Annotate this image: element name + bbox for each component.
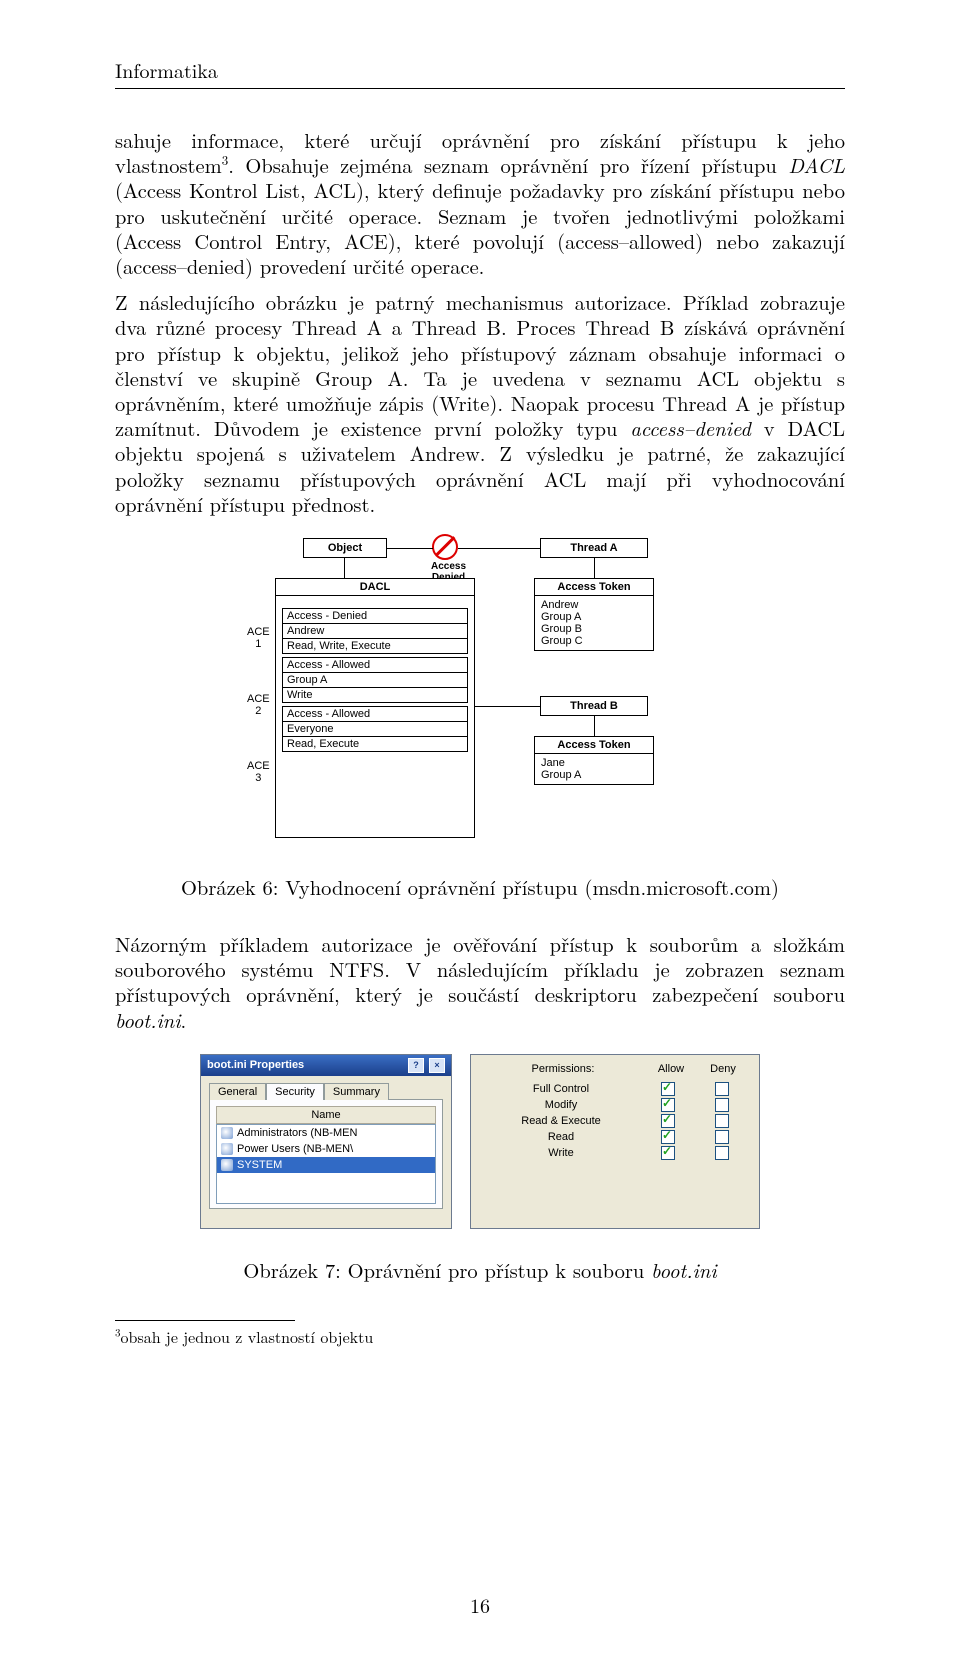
footnote-3: 3obsah je jednou z vlastností objektu [115,1325,845,1348]
window-titlebar: boot.ini Properties ? × [201,1055,451,1076]
deny-header: Deny [697,1063,749,1075]
permission-label: Write [481,1147,641,1159]
allow-checkbox[interactable] [661,1098,675,1112]
permission-row: Full Control [481,1081,749,1097]
page-number: 16 [0,1590,960,1619]
user-list[interactable]: Administrators (NB-MEN Power Users (NB-M… [216,1124,436,1204]
figure-7: boot.ini Properties ? × General Security… [115,1054,845,1284]
header-rule [115,88,845,89]
tab-security[interactable]: Security [266,1083,324,1100]
permission-label: Full Control [481,1083,641,1095]
deny-checkbox[interactable] [715,1130,729,1144]
allow-checkbox[interactable] [661,1146,675,1160]
paragraph-3: Názorným příkladem autorizace je ověřová… [115,931,845,1032]
close-button[interactable]: × [429,1058,445,1073]
list-item[interactable]: Administrators (NB-MEN [217,1125,435,1141]
paragraph-3-block: Názorným příkladem autorizace je ověřová… [115,931,845,1032]
thread-a-box: Thread A [540,538,648,558]
allow-checkbox[interactable] [661,1130,675,1144]
dacl-box: DACL Access - Denied Andrew Read, Write,… [275,578,475,838]
figure-6-caption: Obrázek 6: Vyhodnocení oprávnění přístup… [115,872,845,901]
diagram-acl: Object Access Denied Thread A DACL Acces… [245,538,715,848]
permission-row: Read [481,1129,749,1145]
deny-checkbox[interactable] [715,1098,729,1112]
token-a-box: Access Token Andrew Group A Group B Grou… [534,578,654,651]
deny-checkbox[interactable] [715,1146,729,1160]
tab-body: Name Administrators (NB-MEN Power Users … [209,1099,443,1209]
list-item-selected[interactable]: SYSTEM [217,1157,435,1173]
permission-row: Read & Execute [481,1113,749,1129]
token-b-box: Access Token Jane Group A [534,736,654,785]
paragraph-2: Z následujícího obrázku je patrný mechan… [115,289,845,516]
permission-label: Read [481,1131,641,1143]
permission-label: Modify [481,1099,641,1111]
list-item[interactable]: Power Users (NB-MEN\ [217,1141,435,1157]
running-head: Informatika [115,55,845,84]
body-text: sahuje informace, které určují oprávnění… [115,127,845,516]
permissions-header: Permissions: Allow Deny [481,1063,749,1075]
allow-checkbox[interactable] [661,1114,675,1128]
name-column-header[interactable]: Name [216,1106,436,1124]
allow-header: Allow [645,1063,697,1075]
ace1-label: ACE 1 [247,626,270,650]
window-title: boot.ini Properties [207,1059,304,1071]
group-icon [221,1127,233,1139]
denied-icon [432,534,458,560]
deny-checkbox[interactable] [715,1082,729,1096]
permission-label: Read & Execute [481,1115,641,1127]
thread-b-box: Thread B [540,696,648,716]
figure-6: Object Access Denied Thread A DACL Acces… [115,538,845,901]
footnote-rule [115,1320,295,1321]
group-icon [221,1159,233,1171]
tab-strip: General Security Summary [209,1082,451,1099]
permissions-panel: Permissions: Allow Deny Full Control Modi… [470,1054,760,1229]
help-button[interactable]: ? [408,1058,424,1073]
figure-7-caption: Obrázek 7: Oprávnění pro přístup k soubo… [115,1255,845,1284]
permissions-list: Full Control Modify Read & Execute Read Writ… [481,1081,749,1161]
ace2-label: ACE 2 [247,693,270,717]
allow-checkbox[interactable] [661,1082,675,1096]
permission-row: Modify [481,1097,749,1113]
tab-general[interactable]: General [209,1083,266,1100]
paragraph-1: sahuje informace, které určují oprávnění… [115,127,845,278]
tab-summary[interactable]: Summary [324,1083,389,1100]
group-icon [221,1143,233,1155]
permission-row: Write [481,1145,749,1161]
deny-checkbox[interactable] [715,1114,729,1128]
properties-window: boot.ini Properties ? × General Security… [200,1054,452,1229]
titlebar-buttons: ? × [406,1058,445,1073]
object-box: Object [303,538,387,558]
ace3-label: ACE 3 [247,760,270,784]
